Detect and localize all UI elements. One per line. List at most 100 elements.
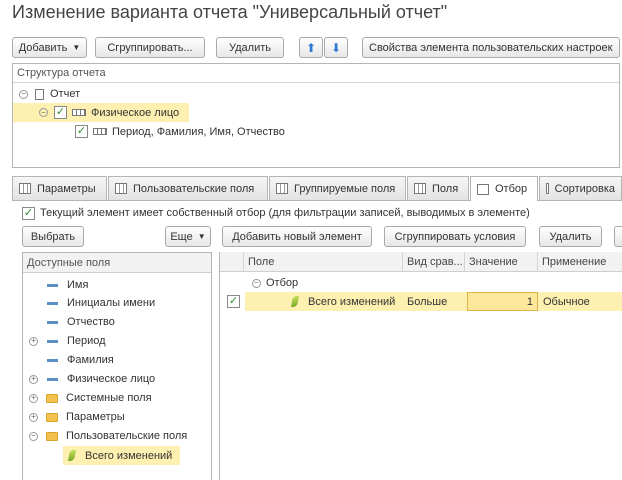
move-up-button[interactable]: ⬆ (299, 37, 323, 58)
grouping-icon (93, 128, 107, 135)
field-icon (47, 358, 58, 362)
collapse-icon[interactable]: − (19, 89, 28, 99)
tree-node-person-label: Физическое лицо (91, 106, 180, 119)
arrow-down-icon: ⬇ (330, 40, 342, 55)
filter-condition-row[interactable]: ✓ (227, 292, 240, 311)
grid-header-field[interactable]: Поле (244, 252, 403, 271)
tab-filter[interactable]: Отбор (470, 176, 538, 201)
field-icon (47, 339, 58, 343)
folder-icon (46, 412, 58, 422)
field-item[interactable]: Имя (47, 277, 88, 293)
folder-icon (46, 431, 58, 441)
chevron-down-icon: ▼ (197, 232, 206, 241)
own-filter-option[interactable]: ✓ Текущий элемент имеет собственный отбо… (22, 205, 530, 221)
field-item[interactable]: + Период (29, 333, 106, 349)
fields-icon (414, 183, 426, 194)
condition-field: Всего изменений (308, 295, 396, 308)
expand-icon[interactable]: + (29, 412, 38, 422)
field-folder-label: Пользовательские поля (66, 430, 188, 442)
condition-usage-cell[interactable]: Обычное (543, 292, 590, 311)
field-folder-label: Системные поля (66, 392, 152, 404)
condition-use-checkbox[interactable]: ✓ (227, 295, 240, 308)
condition-comparison-cell[interactable]: Больше (407, 292, 447, 311)
filter-group-row[interactable]: − Отбор (252, 275, 298, 291)
sorting-icon (546, 183, 549, 194)
group-fields-icon (276, 183, 288, 194)
add-new-element-button[interactable]: Добавить новый элемент (222, 226, 372, 247)
window-title: Изменение варианта отчета "Универсальный… (12, 2, 448, 22)
field-folder[interactable]: − Пользовательские поля (29, 428, 187, 444)
field-item[interactable]: Фамилия (47, 352, 114, 368)
field-icon (47, 301, 58, 305)
field-item[interactable]: Отчество (47, 314, 115, 330)
tab-fields[interactable]: Поля (407, 176, 469, 200)
tab-user-fields[interactable]: Пользовательские поля (108, 176, 268, 200)
select-button[interactable]: Выбрать (22, 226, 84, 247)
expand-icon[interactable]: + (29, 374, 38, 384)
tab-sorting-label: Сортировка (554, 182, 615, 195)
move-down-button[interactable]: ⬇ (324, 37, 348, 58)
structure-header: Структура отчета (17, 67, 106, 79)
expand-icon[interactable]: + (29, 336, 38, 346)
add-button[interactable]: Добавить ▼ (12, 37, 87, 58)
element-properties-button[interactable]: Свойства элемента пользовательских настр… (362, 37, 620, 58)
filter-grid-header: Поле Вид срав... Значение Применение (220, 252, 622, 272)
collapse-icon[interactable]: − (29, 431, 38, 441)
grid-header-value[interactable]: Значение (465, 252, 538, 271)
condition-field-cell[interactable]: Всего изменений (291, 292, 396, 311)
tab-filter-label: Отбор (495, 183, 528, 195)
tab-group-fields[interactable]: Группируемые поля (269, 176, 406, 200)
field-item-label: Отчество (67, 316, 115, 328)
field-folder[interactable]: + Системные поля (29, 390, 152, 406)
document-icon (35, 88, 44, 100)
field-icon (47, 377, 58, 381)
field-item-label: Имя (67, 279, 89, 291)
parameters-icon (19, 183, 31, 194)
group-button[interactable]: Сгруппировать... (95, 37, 205, 58)
field-item-label: Физическое лицо (67, 373, 156, 385)
field-item[interactable]: + Физическое лицо (29, 371, 155, 387)
custom-field-icon (68, 450, 76, 461)
more-button[interactable]: Еще ▼ (165, 226, 211, 247)
collapse-icon[interactable]: − (252, 278, 261, 288)
expand-icon[interactable]: + (29, 393, 38, 403)
arrow-up-icon: ⬆ (305, 40, 317, 55)
user-fields-icon (115, 183, 127, 194)
collapse-icon[interactable]: − (39, 108, 48, 117)
delete-button[interactable]: Удалить (216, 37, 284, 58)
grid-header-comparison[interactable]: Вид срав... (403, 252, 465, 271)
custom-field-icon (291, 296, 299, 307)
chevron-down-icon: ▼ (72, 43, 81, 52)
tree-node-detail[interactable]: ✓ Период, Фамилия, Имя, Отчество (75, 123, 285, 140)
tab-user-fields-label: Пользовательские поля (133, 182, 255, 195)
overflow-button[interactable] (614, 226, 622, 247)
available-fields-header: Доступные поля (27, 257, 111, 269)
tab-sorting[interactable]: Сортировка (539, 176, 622, 200)
field-item-label: Всего изменений (85, 449, 173, 462)
tree-node-report-label: Отчет (50, 88, 81, 100)
field-item-selected[interactable]: Всего изменений (68, 447, 173, 464)
tree-node-report[interactable]: − Отчет (19, 86, 80, 102)
group-conditions-button[interactable]: Сгруппировать условия (384, 226, 526, 247)
person-checkbox[interactable]: ✓ (54, 106, 67, 119)
field-icon (47, 320, 58, 324)
tab-parameters[interactable]: Параметры (12, 176, 107, 200)
folder-icon (46, 393, 58, 403)
condition-value-input[interactable]: 1 (467, 292, 538, 311)
tree-node-detail-label: Период, Фамилия, Имя, Отчество (112, 125, 285, 138)
tab-parameters-label: Параметры (37, 182, 96, 195)
available-fields-panel: Доступные поля Имя Инициалы имени Отчест… (22, 252, 212, 480)
own-filter-checkbox[interactable]: ✓ (22, 206, 35, 220)
active-tab-gap (471, 200, 537, 201)
tree-node-person[interactable]: − ✓ Физическое лицо (39, 104, 179, 121)
grid-header-usage[interactable]: Применение (538, 252, 622, 271)
add-button-label: Добавить (18, 41, 68, 54)
field-folder[interactable]: + Параметры (29, 409, 125, 425)
field-item-label: Инициалы имени (67, 297, 156, 309)
detail-checkbox[interactable]: ✓ (75, 125, 88, 138)
filter-group-label: Отбор (266, 277, 299, 289)
filter-delete-button[interactable]: Удалить (539, 226, 602, 247)
field-item[interactable]: Инициалы имени (47, 295, 155, 311)
field-folder-label: Параметры (66, 411, 125, 423)
tab-group-fields-label: Группируемые поля (294, 182, 396, 195)
